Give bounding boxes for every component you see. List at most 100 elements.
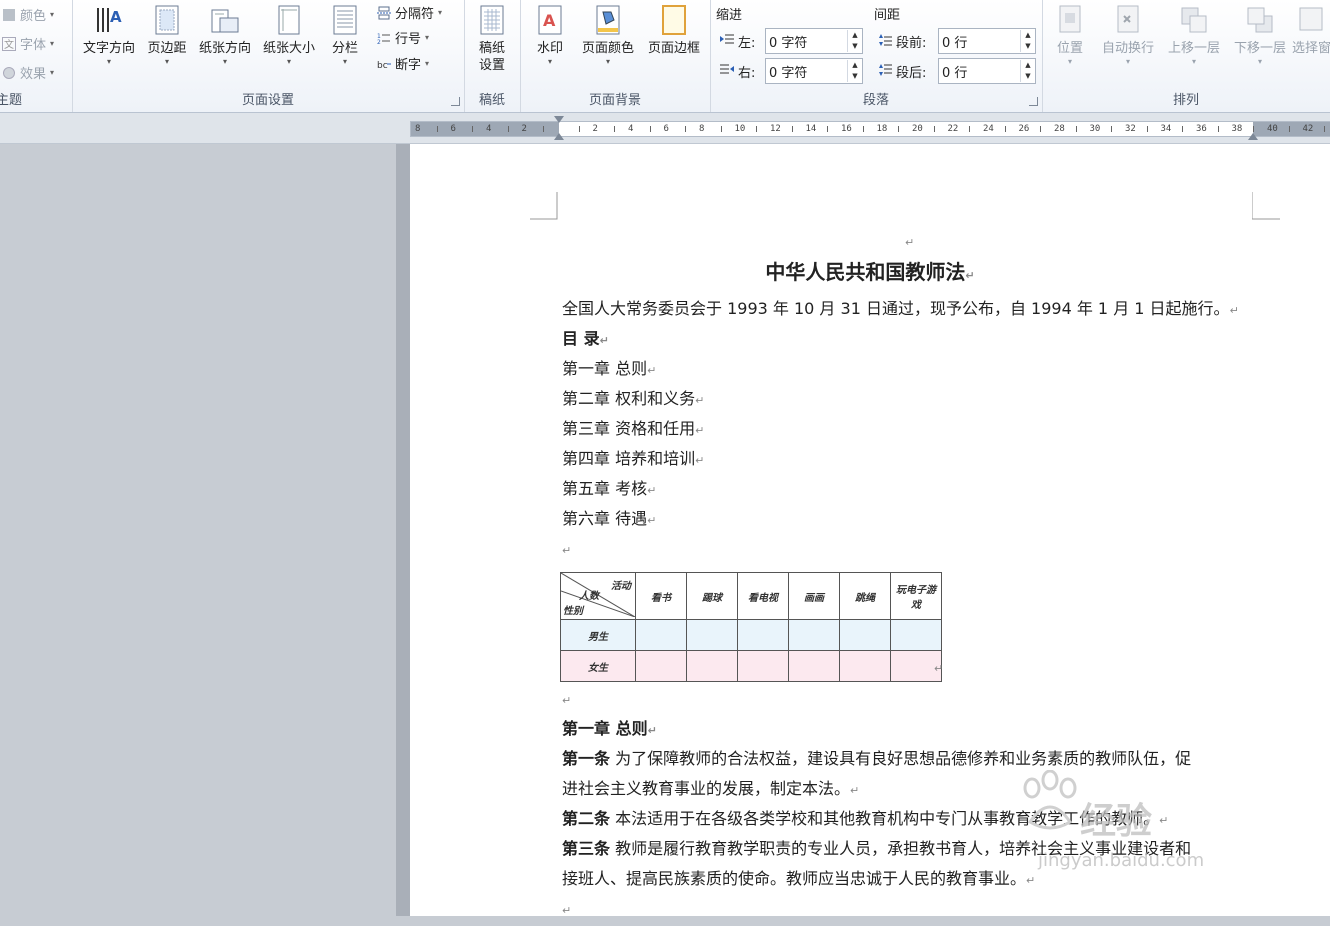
table-header-cell[interactable]: 看电视 — [737, 572, 789, 620]
indent-left-spinner[interactable]: ▲ ▼ — [847, 30, 862, 52]
table-diagonal-corner-cell[interactable]: 活动 人数 性别 — [560, 572, 636, 620]
page-setup-group: A 文字方向 ▾ 页边距 ▾ 纸张方向 ▾ 纸张大小 ▾ 分栏 ▾ 分隔符 ▾ — [72, 0, 465, 112]
toc-item-3[interactable]: 第三章 资格和任用↵ — [562, 414, 704, 446]
manuscript-settings-button[interactable]: 稿纸 设置 — [468, 4, 516, 74]
svg-text:A: A — [110, 8, 122, 26]
table-cell[interactable] — [788, 619, 840, 651]
manuscript-label-1: 稿纸 — [478, 41, 505, 56]
indent-right-field[interactable]: 0 字符 ▲ ▼ — [765, 58, 863, 84]
table-header-cell[interactable]: 踢球 — [686, 572, 738, 620]
document-page[interactable]: ↵ 中华人民共和国教师法↵ 全国人大常务委员会于 1993 年 10 月 31 … — [410, 144, 1330, 917]
page-setup-launcher-icon[interactable] — [451, 97, 460, 106]
manuscript-group-label: 稿纸 — [478, 93, 505, 108]
article-2[interactable]: 第二条 本法适用于在各级各类学校和其他教育机构中专门从事教育教学工作的教师。↵ — [562, 804, 1168, 836]
toc-item-2[interactable]: 第二章 权利和义务↵ — [562, 384, 704, 416]
ribbon: 颜色 ▾ 文 字体 ▾ 效果 ▾ 主题 A 文字方向 ▾ 页边距 ▾ 纸张方向 — [0, 0, 1330, 113]
spacing-before-field[interactable]: 0 行 ▲ ▼ — [938, 28, 1036, 54]
ruler-tick-mark — [685, 126, 687, 132]
table-cell[interactable] — [737, 619, 789, 651]
toc-item-1[interactable]: 第一章 总则↵ — [562, 354, 656, 386]
ruler-tick-label: 12 — [770, 124, 781, 134]
spacing-before-spinner[interactable]: ▲ ▼ — [1020, 30, 1035, 52]
table-header-cell[interactable]: 看书 — [635, 572, 687, 620]
paper-size-button[interactable]: 纸张大小 ▾ — [258, 4, 320, 67]
theme-effects-label: 效果 — [20, 67, 47, 82]
table-cell[interactable] — [839, 650, 891, 682]
article-1-line-1[interactable]: 第一条 为了保障教师的合法权益，建设具有良好思想品德修养和业务素质的教师队伍，促 — [562, 744, 1191, 774]
workspace-background — [0, 144, 395, 916]
right-indent-marker[interactable] — [1248, 133, 1258, 140]
page-setup-group-label: 页面设置 — [241, 93, 294, 108]
page-color-button[interactable]: 页面颜色 ▾ — [576, 4, 640, 67]
theme-colors-button[interactable]: 颜色 ▾ — [2, 5, 54, 24]
indent-right-icon — [720, 63, 734, 81]
margins-button[interactable]: 页边距 ▾ — [142, 4, 192, 67]
hanging-indent-marker[interactable] — [554, 133, 564, 140]
text-direction-button[interactable]: A 文字方向 ▾ — [78, 4, 140, 67]
ruler-tick-mark — [827, 126, 829, 132]
spacing-after-spinner[interactable]: ▲ ▼ — [1020, 60, 1035, 82]
line-numbers-button[interactable]: 12 行号 ▾ — [377, 28, 429, 47]
orientation-icon — [209, 4, 241, 36]
ruler-strip[interactable]: 8 6 4 2 2 4 6 8 10 12 14 16 18 20 22 24 26 28 30 32 34 36 38 40… — [410, 116, 1330, 140]
bring-forward-button[interactable]: 上移一层 ▾ — [1162, 4, 1226, 67]
article-1-line-2[interactable]: 进社会主义教育事业的发展，制定本法。↵ — [562, 774, 859, 806]
paragraph-launcher-icon[interactable] — [1029, 97, 1038, 106]
table-cell[interactable] — [737, 650, 789, 682]
table-row-header-boys[interactable]: 男生 — [560, 619, 636, 651]
paragraph-group: 缩进 间距 左: 0 字符 ▲ ▼ 右: 0 字符 ▲ ▼ 段前: 0 行 ▲ ▼ 段… — [710, 0, 1043, 112]
ruler-tick-mark — [1217, 126, 1219, 132]
watermark-button[interactable]: A 水印 ▾ — [524, 4, 576, 67]
toc-item-6[interactable]: 第六章 待遇↵ — [562, 504, 656, 536]
table-cell[interactable] — [686, 619, 738, 651]
page-background-group-label: 页面背景 — [588, 93, 641, 108]
table-cell[interactable] — [839, 619, 891, 651]
ruler-tick-label: 32 — [1125, 124, 1136, 134]
hyphenation-button[interactable]: bc 断字 ▾ — [377, 54, 429, 73]
paper-size-label: 纸张大小 — [262, 41, 315, 56]
empty-paragraph-mark: ↵ — [562, 904, 572, 917]
table-header-cell[interactable]: 玩电子游戏 — [890, 572, 942, 620]
columns-button[interactable]: 分栏 ▾ — [322, 4, 368, 67]
breaks-button[interactable]: 分隔符 ▾ — [377, 3, 442, 22]
spacing-before-label-wrap: 段前: — [878, 32, 926, 51]
horizontal-ruler[interactable]: 8 6 4 2 2 4 6 8 10 12 14 16 18 20 22 24 26 28 30 32 34 36 38 40… — [0, 113, 1330, 144]
intro-paragraph[interactable]: 全国人大常务委员会于 1993 年 10 月 31 日通过，现予公布，自 199… — [562, 294, 1239, 326]
theme-fonts-button[interactable]: 文 字体 ▾ — [2, 34, 54, 53]
hyphenation-icon: bc — [377, 57, 391, 71]
table-cell[interactable] — [635, 650, 687, 682]
table-row-header-girls[interactable]: 女生 — [560, 650, 636, 682]
survey-table[interactable]: 活动 人数 性别 看书 踢球 看电视 画画 跳绳 玩电子游戏 男生 女生 — [560, 572, 942, 682]
table-cell[interactable] — [890, 619, 942, 651]
ruler-tick-label: 6 — [450, 124, 456, 134]
send-backward-label: 下移一层 — [1233, 41, 1286, 56]
table-header-cell[interactable]: 跳绳 — [839, 572, 891, 620]
colors-icon — [2, 8, 16, 22]
table-cell[interactable] — [635, 619, 687, 651]
position-button[interactable]: 位置 ▾ — [1046, 4, 1094, 67]
toc-title[interactable]: 目 录↵ — [562, 324, 609, 356]
table-header-cell[interactable]: 画画 — [788, 572, 840, 620]
corner-label-gender: 性别 — [563, 606, 583, 617]
spacing-after-field[interactable]: 0 行 ▲ ▼ — [938, 58, 1036, 84]
indent-right-spinner[interactable]: ▲ ▼ — [847, 60, 862, 82]
toc-item-4[interactable]: 第四章 培养和培训↵ — [562, 444, 704, 476]
selection-pane-button[interactable]: 选择窗 — [1292, 4, 1330, 57]
wrap-text-button[interactable]: 自动换行 ▾ — [1096, 4, 1160, 67]
orientation-button[interactable]: 纸张方向 ▾ — [194, 4, 256, 67]
table-cell[interactable] — [686, 650, 738, 682]
toc-item-5[interactable]: 第五章 考核↵ — [562, 474, 656, 506]
send-backward-button[interactable]: 下移一层 ▾ — [1228, 4, 1292, 67]
page-borders-button[interactable]: 页面边框 — [642, 4, 706, 57]
theme-effects-button[interactable]: 效果 ▾ — [2, 63, 54, 82]
ruler-tick-label: 8 — [415, 124, 421, 134]
hyphenation-label: 断字 — [395, 58, 422, 73]
ruler-tick-mark — [1040, 126, 1042, 132]
article-3-line-2[interactable]: 接班人、提高民族素质的使命。教师应当忠诚于人民的教育事业。↵ — [562, 864, 1035, 896]
first-line-indent-marker[interactable] — [554, 116, 564, 123]
article-3-line-1[interactable]: 第三条 教师是履行教育教学职责的专业人员，承担教书育人，培养社会主义事业建设者和 — [562, 834, 1191, 864]
indent-left-field[interactable]: 0 字符 ▲ ▼ — [765, 28, 863, 54]
document-title[interactable]: 中华人民共和国教师法↵ — [410, 256, 1330, 285]
table-cell[interactable] — [788, 650, 840, 682]
chapter-1-title[interactable]: 第一章 总则↵ — [562, 714, 657, 746]
